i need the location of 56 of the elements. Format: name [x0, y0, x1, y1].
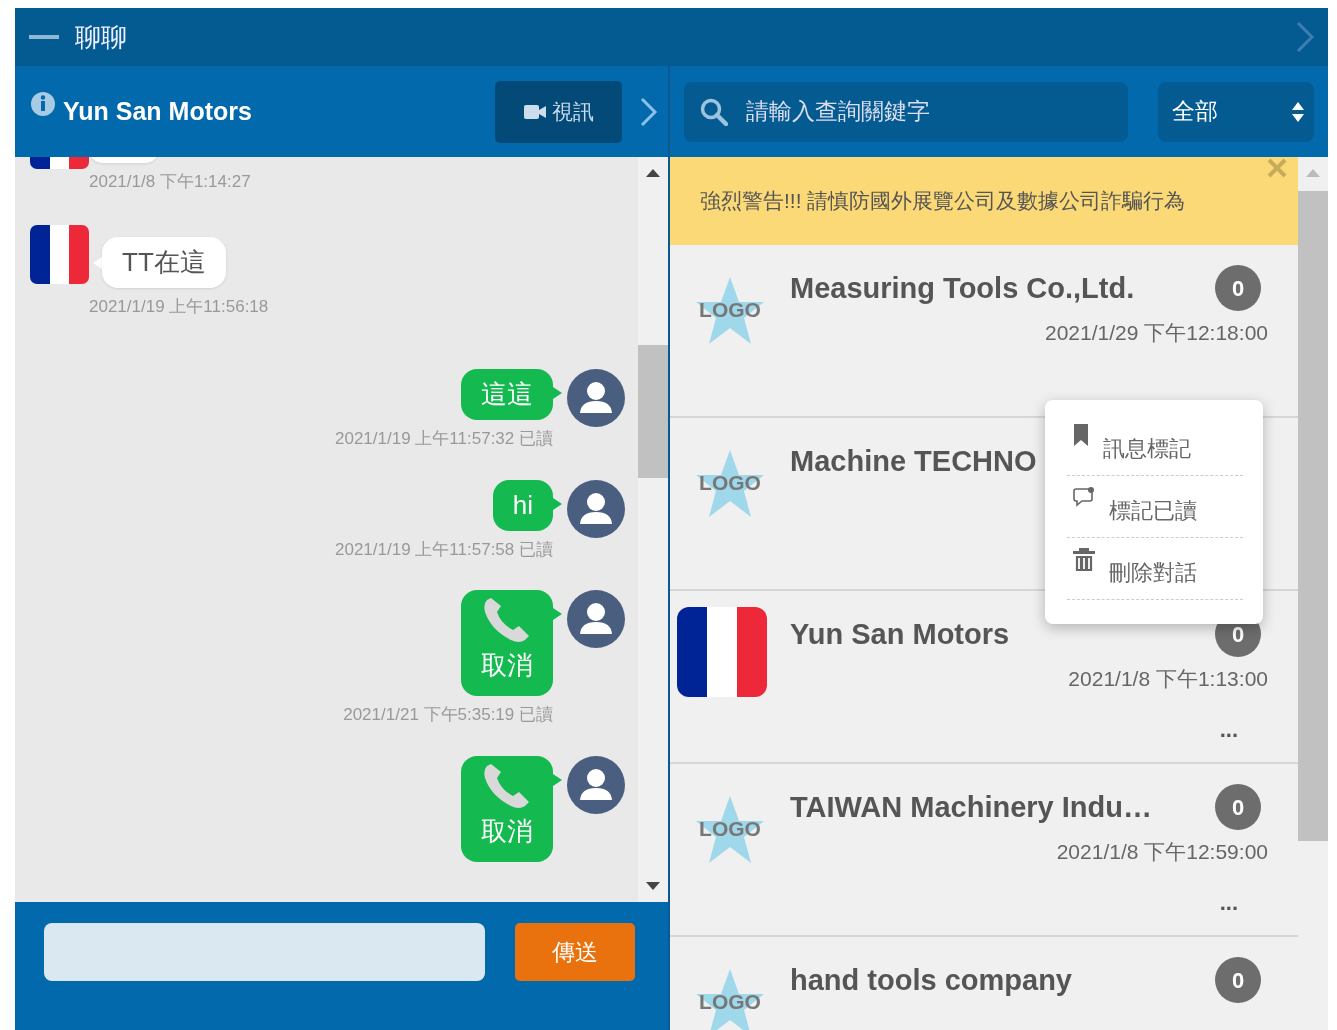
message-bubble: hi — [492, 479, 553, 531]
filter-select[interactable]: 全部 — [1158, 81, 1314, 142]
info-icon[interactable] — [31, 92, 55, 116]
more-options[interactable]: ... — [1219, 718, 1238, 741]
chat-bubble-icon — [1073, 486, 1095, 508]
message-time: 2021/1/19 上午11:57:58 已讀 — [335, 538, 553, 561]
menu-item[interactable]: 訊息標記 — [1067, 414, 1243, 476]
bookmark-icon — [1073, 424, 1089, 446]
company-name: Measuring Tools Co.,Ltd. — [790, 271, 1135, 306]
company-name: hand tools company — [790, 963, 1072, 998]
unread-count: 0 — [1215, 957, 1261, 1003]
trash-icon — [1073, 548, 1095, 572]
message-time: 2021/1/19 上午11:56:18 — [89, 295, 269, 318]
menu-item[interactable]: 標記已讀 — [1067, 476, 1243, 538]
search-icon — [700, 97, 728, 126]
message-bubble: 這這 — [461, 369, 553, 420]
company-name: TAIWAN Machinery Indu… — [790, 790, 1152, 825]
search-field[interactable]: 請輸入查詢關鍵字 — [684, 81, 1128, 142]
video-call-button[interactable]: 視訊 — [495, 80, 622, 143]
message-time: 2021/1/8 下午1:14:27 — [89, 171, 251, 193]
flag-icon — [30, 157, 89, 169]
message-input[interactable] — [44, 923, 485, 981]
scroll-thumb[interactable] — [638, 345, 668, 478]
scrollbar[interactable] — [638, 157, 668, 902]
conversation-time: 2021/1/8 下午12:59:00 — [1056, 839, 1268, 865]
scroll-thumb[interactable] — [1298, 191, 1328, 841]
unread-count: 0 — [1215, 265, 1261, 311]
avatar-icon — [567, 369, 625, 427]
message-time: 2021/1/19 上午11:57:32 已讀 — [335, 428, 553, 450]
company-name: Yun San Motors — [790, 617, 1010, 652]
company-name: Machine TECHNO — [790, 444, 1037, 479]
flag-icon — [677, 607, 767, 697]
window-title: 聊聊 — [75, 20, 127, 54]
message-bubble: TT在這 — [102, 236, 226, 288]
more-options[interactable]: ... — [1219, 891, 1238, 914]
conversation-time: 2021/1/29 下午12:18:00 — [1045, 320, 1268, 346]
chevron-right-icon[interactable] — [1296, 21, 1314, 53]
flag-icon — [30, 224, 89, 284]
menu-item[interactable]: 刪除對話 — [1067, 538, 1243, 600]
scroll-down-icon[interactable] — [646, 882, 660, 890]
avatar-icon — [567, 590, 625, 648]
close-icon[interactable] — [1266, 157, 1288, 179]
call-status: 取消 — [481, 814, 533, 848]
scroll-up-icon[interactable] — [646, 169, 660, 177]
chevron-right-icon[interactable] — [640, 96, 658, 127]
avatar-icon — [567, 755, 625, 814]
sort-arrows-icon — [1292, 100, 1304, 123]
contact-name: Yun San Motors — [63, 95, 253, 127]
call-status: 取消 — [481, 649, 533, 682]
video-camera-icon — [523, 104, 546, 119]
minimize-icon[interactable] — [29, 35, 59, 39]
message-time: 2021/1/21 下午5:35:19 已讀 — [343, 704, 553, 726]
conversation-time: 2021/1/8 下午1:13:00 — [1068, 666, 1268, 692]
unread-count: 0 — [1215, 784, 1261, 830]
avatar-icon — [567, 479, 625, 538]
warning-text: 強烈警告!!! 請慎防國外展覽公司及數據公司詐騙行為 — [700, 188, 1186, 215]
